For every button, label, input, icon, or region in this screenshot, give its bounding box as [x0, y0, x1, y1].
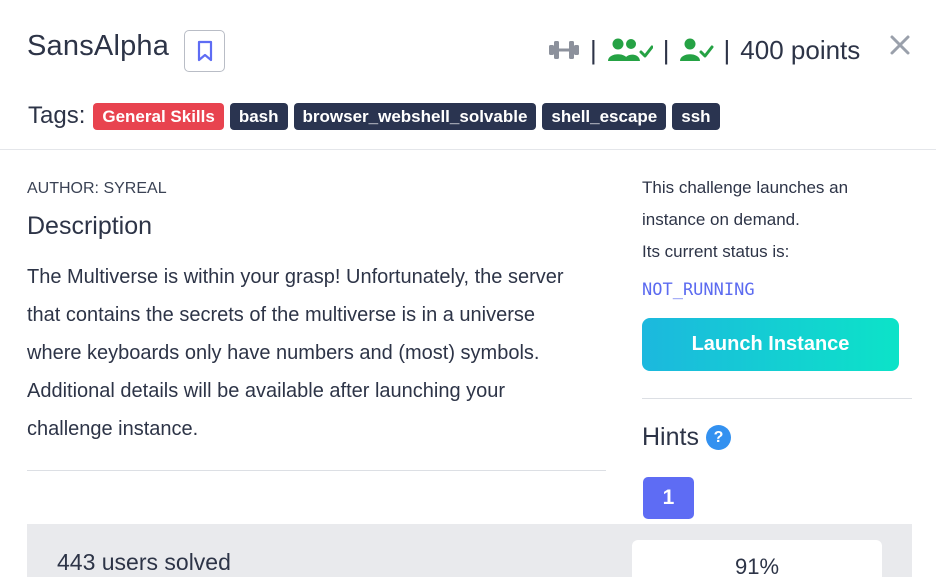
- hints-title: Hints: [642, 423, 699, 451]
- divider: [642, 398, 912, 399]
- description-heading: Description: [27, 212, 153, 240]
- description-line: that contains the secrets of the multive…: [27, 304, 536, 326]
- description-line: The Multiverse is within your grasp! Unf…: [27, 266, 564, 288]
- tag-general-skills[interactable]: General Skills: [93, 102, 224, 130]
- bookmark-icon: [197, 40, 212, 62]
- challenge-stats: | | | 400 points: [548, 33, 860, 67]
- user-check-icon: [679, 38, 714, 61]
- stat-separator: |: [590, 34, 597, 65]
- solves-footer: 443 users solved 91%: [27, 524, 912, 577]
- instance-info-line: This challenge launches an: [642, 178, 849, 197]
- dumbbell-icon: [549, 41, 579, 59]
- launch-instance-button[interactable]: Launch Instance: [642, 318, 899, 371]
- stat-separator: |: [723, 34, 731, 65]
- divider: [27, 470, 606, 471]
- description-text: The Multiverse is within your grasp! Unf…: [27, 258, 617, 448]
- instance-info-line: instance on demand.: [642, 210, 800, 229]
- tag-bash[interactable]: bash: [229, 102, 288, 130]
- solve-percent-value: 91%: [734, 554, 780, 577]
- solve-percent-card: 91%: [632, 540, 882, 577]
- question-circle-icon[interactable]: ?: [705, 425, 731, 450]
- description-line: Additional details will be available aft…: [27, 380, 506, 402]
- tag-shell-escape[interactable]: shell_escape: [542, 102, 667, 130]
- challenge-title: SansAlpha: [27, 30, 170, 62]
- users-check-icon: [607, 38, 653, 61]
- description-line: challenge instance.: [27, 418, 199, 440]
- hint-button-1[interactable]: 1: [643, 477, 694, 519]
- points-value: 400 points: [740, 34, 861, 65]
- author-label: AUTHOR: SYREAL: [27, 180, 167, 197]
- description-line: where keyboards only have numbers and (m…: [27, 342, 540, 364]
- instance-status-label: Its current status is:: [642, 242, 790, 261]
- stat-separator: |: [662, 34, 670, 65]
- tag-browser-webshell-solvable[interactable]: browser_webshell_solvable: [293, 102, 537, 130]
- close-button[interactable]: [888, 33, 912, 57]
- tags-label: Tags:: [28, 102, 86, 129]
- instance-status-value: NOT_RUNNING: [642, 280, 755, 300]
- challenge-header: SansAlpha | | | 400 points Tags: General…: [0, 0, 936, 150]
- bookmark-button[interactable]: [184, 30, 225, 72]
- tags-row: Tags: General Skills bash browser_webshe…: [28, 102, 726, 130]
- tag-ssh[interactable]: ssh: [672, 102, 720, 130]
- users-solved-count: 443 users solved: [57, 549, 231, 575]
- hints-heading: Hints ?: [642, 423, 731, 452]
- instance-panel: This challenge launches an instance on d…: [642, 172, 912, 306]
- close-icon: [890, 35, 910, 55]
